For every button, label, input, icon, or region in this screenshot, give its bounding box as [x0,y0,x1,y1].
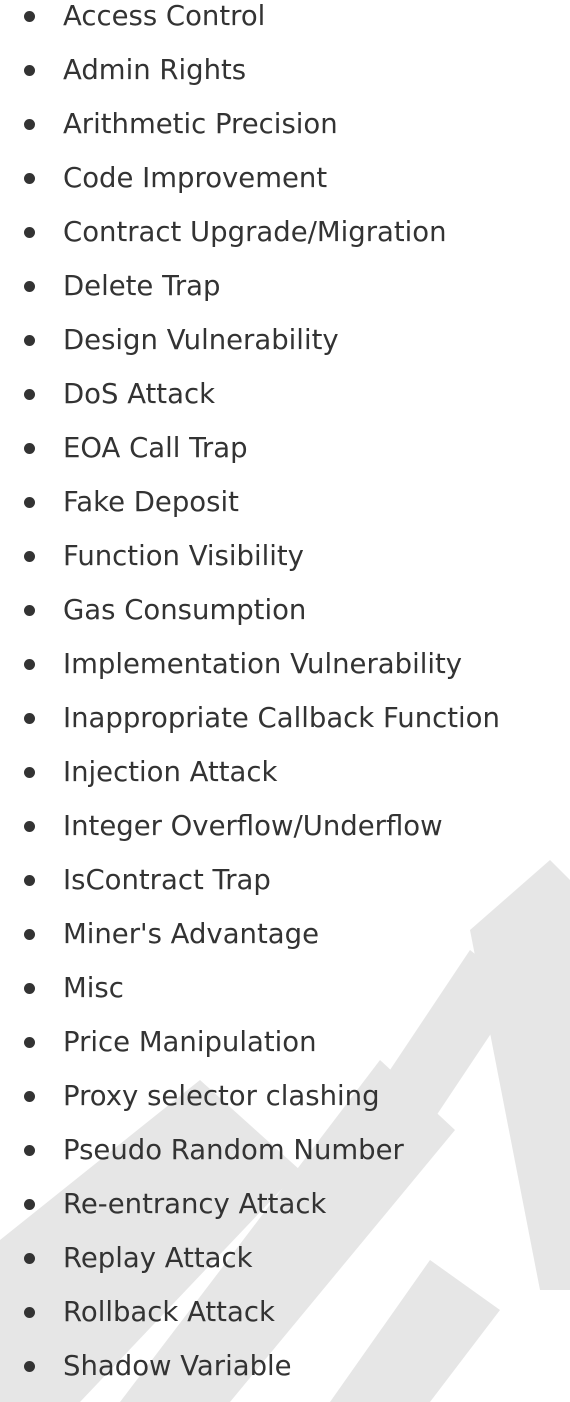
vulnerability-category-list: Access Control Admin Rights Arithmetic Pre… [0,0,570,1402]
list-item: Miner's Advantage [0,907,570,961]
list-item-label: Function Visibility [63,540,304,572]
bullet-icon [24,65,35,76]
list-item: Admin Rights [0,43,570,97]
bullet-icon [24,1145,35,1156]
list-item-label: Access Control [63,0,266,32]
bullet-icon [24,11,35,22]
list-item-label: Design Vulnerability [63,324,339,356]
list-item-label: Rollback Attack [63,1296,275,1328]
list-item-label: Arithmetic Precision [63,108,338,140]
list-item: Replay Attack [0,1231,570,1285]
bullet-icon [24,335,35,346]
list-item-label: Price Manipulation [63,1026,317,1058]
bullet-icon [24,1253,35,1264]
bullet-icon [24,659,35,670]
list-item: Inappropriate Callback Function [0,691,570,745]
list-item: Delete Trap [0,259,570,313]
list-item: Design Vulnerability [0,313,570,367]
bullet-icon [24,983,35,994]
list-item: Rollback Attack [0,1285,570,1339]
bullet-icon [24,875,35,886]
list-item-label: Delete Trap [63,270,221,302]
list-item: EOA Call Trap [0,421,570,475]
list-item-label: Admin Rights [63,54,247,86]
bullet-icon [24,443,35,454]
list-item: Integer Overflow/Underflow [0,799,570,853]
list-item-label: IsContract Trap [63,864,271,896]
list-item: DoS Attack [0,367,570,421]
bullet-icon [24,173,35,184]
list-item-label: Implementation Vulnerability [63,648,463,680]
list-item: Re-entrancy Attack [0,1177,570,1231]
list-item: Injection Attack [0,745,570,799]
list-item-label: EOA Call Trap [63,432,248,464]
bullet-icon [24,119,35,130]
list-item: Misc [0,961,570,1015]
list-item: Access Control [0,0,570,43]
list-item: Contract Upgrade/Migration [0,205,570,259]
list-item: Code Improvement [0,151,570,205]
list-item-label: Misc [63,972,124,1004]
bullet-icon [24,227,35,238]
list-item-label: Gas Consumption [63,594,307,626]
bullet-icon [24,605,35,616]
list-item-label: Injection Attack [63,756,278,788]
list-item: Gas Consumption [0,583,570,637]
list-item-label: Shadow Variable [63,1350,292,1382]
list-item: Price Manipulation [0,1015,570,1069]
list-item: IsContract Trap [0,853,570,907]
bullet-icon [24,1037,35,1048]
bullet-icon [24,1091,35,1102]
list-item-label: Proxy selector clashing [63,1080,380,1112]
bullet-icon [24,1199,35,1210]
list-item-label: DoS Attack [63,378,215,410]
list-item: Slot Conflict [0,1393,570,1402]
bullet-icon [24,1307,35,1318]
list-item: Pseudo Random Number [0,1123,570,1177]
list-item-label: Code Improvement [63,162,328,194]
bullet-icon [24,767,35,778]
list-item-label: Re-entrancy Attack [63,1188,327,1220]
bullet-icon [24,389,35,400]
list-item: Function Visibility [0,529,570,583]
list-item-label: Replay Attack [63,1242,253,1274]
list-item-label: Pseudo Random Number [63,1134,404,1166]
list-item: Fake Deposit [0,475,570,529]
list-item: Proxy selector clashing [0,1069,570,1123]
bullet-icon [24,281,35,292]
list-item: Arithmetic Precision [0,97,570,151]
list-item-label: Integer Overflow/Underflow [63,810,443,842]
bullet-icon [24,929,35,940]
list-item-label: Fake Deposit [63,486,239,518]
list-item: Implementation Vulnerability [0,637,570,691]
bullet-icon [24,1361,35,1372]
bullet-icon [24,551,35,562]
bullet-icon [24,821,35,832]
list-item-label: Miner's Advantage [63,918,319,950]
bullet-icon [24,497,35,508]
bullet-icon [24,713,35,724]
list-item-label: Contract Upgrade/Migration [63,216,447,248]
list-item-label: Inappropriate Callback Function [63,702,500,734]
list-item: Shadow Variable [0,1339,570,1393]
list-item-label: Slot Conflict [63,1393,229,1402]
